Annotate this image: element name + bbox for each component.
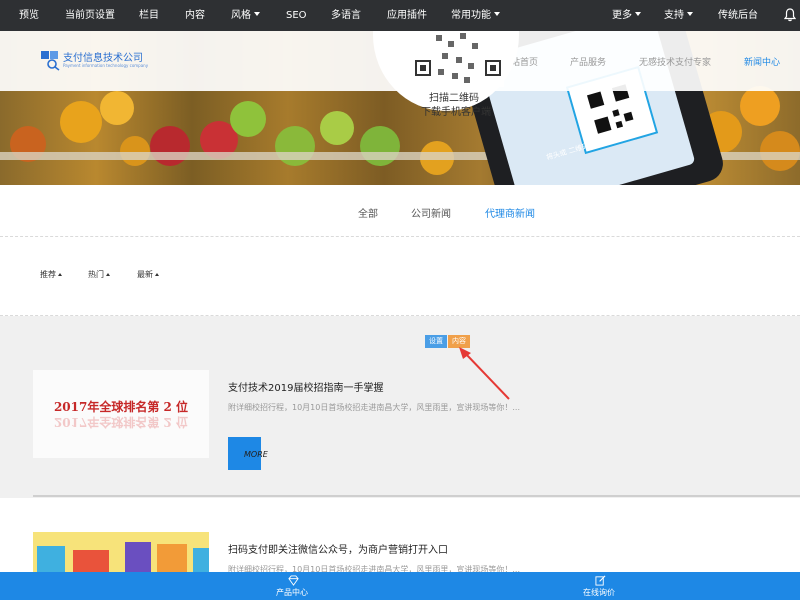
fruit-decoration (320, 111, 354, 145)
article-thumbnail[interactable] (33, 532, 209, 572)
fruit-decoration (360, 126, 400, 166)
sort-popular-label: 热门 (88, 270, 104, 279)
toolbar-content[interactable]: 内容 (185, 0, 205, 31)
thumbnail-illustration-icon (33, 532, 209, 572)
edit-icon (595, 575, 606, 586)
sort-recommended[interactable]: 推荐 (40, 269, 62, 280)
article-title[interactable]: 支付技术2019届校招指南一手掌握 (228, 379, 383, 394)
fruit-decoration (100, 91, 134, 125)
bottom-products[interactable]: 产品中心 (276, 587, 308, 598)
fruit-decoration (275, 126, 315, 166)
article-thumbnail[interactable]: 2017年全球排名第 2 位 2017年全球排名第 2 位 (33, 370, 209, 458)
hero-banner: 将头或 二维码放入框内 支付信息技术公司 Payment information… (0, 31, 800, 185)
annotation-arrow-icon (459, 347, 510, 400)
caret-up-icon (58, 273, 62, 276)
caret-up-icon (155, 273, 159, 276)
tab-company-news[interactable]: 公司新闻 (411, 205, 451, 220)
toolbar-common[interactable]: 常用功能 (451, 0, 500, 31)
chevron-down-icon (635, 12, 641, 16)
toolbar-more-label: 更多 (612, 10, 632, 21)
toolbar-language[interactable]: 多语言 (331, 0, 361, 31)
row-divider (33, 495, 800, 497)
toolbar-style-label: 风格 (231, 10, 251, 21)
qr-caption-scan: 扫描二维码 (429, 93, 479, 104)
sort-latest-label: 最新 (137, 270, 153, 279)
sort-popular[interactable]: 热门 (88, 269, 110, 280)
sort-recommended-label: 推荐 (40, 270, 56, 279)
qr-caption-download: 下载手机客户端 (421, 107, 491, 118)
fruit-decoration (760, 131, 800, 171)
toolbar-style[interactable]: 风格 (231, 0, 260, 31)
settings-badge[interactable]: 设置 (425, 335, 447, 348)
more-button-label[interactable]: MORE (244, 450, 268, 459)
divider (0, 236, 800, 237)
caret-up-icon (106, 273, 110, 276)
toolbar-seo[interactable]: SEO (286, 0, 307, 31)
fruit-decoration (740, 86, 780, 126)
logo-subtitle: Payment information technology company (63, 63, 149, 68)
thumbnail-caption: 2017年全球排名第 2 位 (53, 400, 189, 414)
tab-all[interactable]: 全部 (358, 205, 378, 220)
toolbar-more[interactable]: 更多 (612, 0, 641, 31)
fruit-decoration (230, 101, 266, 137)
logo-icon[interactable] (40, 49, 60, 71)
toolbar-preview[interactable]: 预览 (19, 0, 39, 31)
thumbnail-reflection: 2017年全球排名第 2 位 (53, 415, 189, 429)
diamond-icon (288, 575, 299, 586)
fruit-decoration (150, 126, 190, 166)
tab-agent-news[interactable]: 代理商新闻 (485, 205, 535, 220)
bottom-bar: 产品中心 在线询价 (0, 572, 800, 600)
toolbar-support[interactable]: 支持 (664, 0, 693, 31)
toolbar-classic-admin[interactable]: 传统后台 (718, 0, 758, 31)
toolbar-support-label: 支持 (664, 10, 684, 21)
article-title[interactable]: 扫码支付即关注微信公众号，为商户营销打开入口 (228, 541, 448, 556)
nav-news[interactable]: 新闻中心 (744, 55, 780, 68)
chevron-down-icon (254, 12, 260, 16)
chevron-down-icon (687, 12, 693, 16)
nav-products[interactable]: 产品服务 (570, 55, 606, 68)
toolbar-plugins[interactable]: 应用插件 (387, 0, 427, 31)
logo-name[interactable]: 支付信息技术公司 (63, 49, 143, 64)
article-summary: 附详细校招行程，10月10日首场校招走进南昌大学，风里雨里，宣讲现场等你！... (228, 403, 520, 412)
bell-icon[interactable] (784, 8, 796, 22)
qr-code-icon (414, 31, 504, 87)
chevron-down-icon (494, 12, 500, 16)
admin-toolbar: 预览 当前页设置 栏目 内容 风格 SEO 多语言 应用插件 常用功能 更多 支… (0, 0, 800, 31)
toolbar-common-label: 常用功能 (451, 10, 491, 21)
toolbar-page-settings[interactable]: 当前页设置 (65, 0, 115, 31)
sort-latest[interactable]: 最新 (137, 269, 159, 280)
toolbar-columns[interactable]: 栏目 (139, 0, 159, 31)
fruit-decoration (60, 101, 102, 143)
bottom-inquiry[interactable]: 在线询价 (583, 587, 615, 598)
fruit-decoration (120, 136, 150, 166)
nav-contactless[interactable]: 无感技术支付专家 (639, 55, 711, 68)
